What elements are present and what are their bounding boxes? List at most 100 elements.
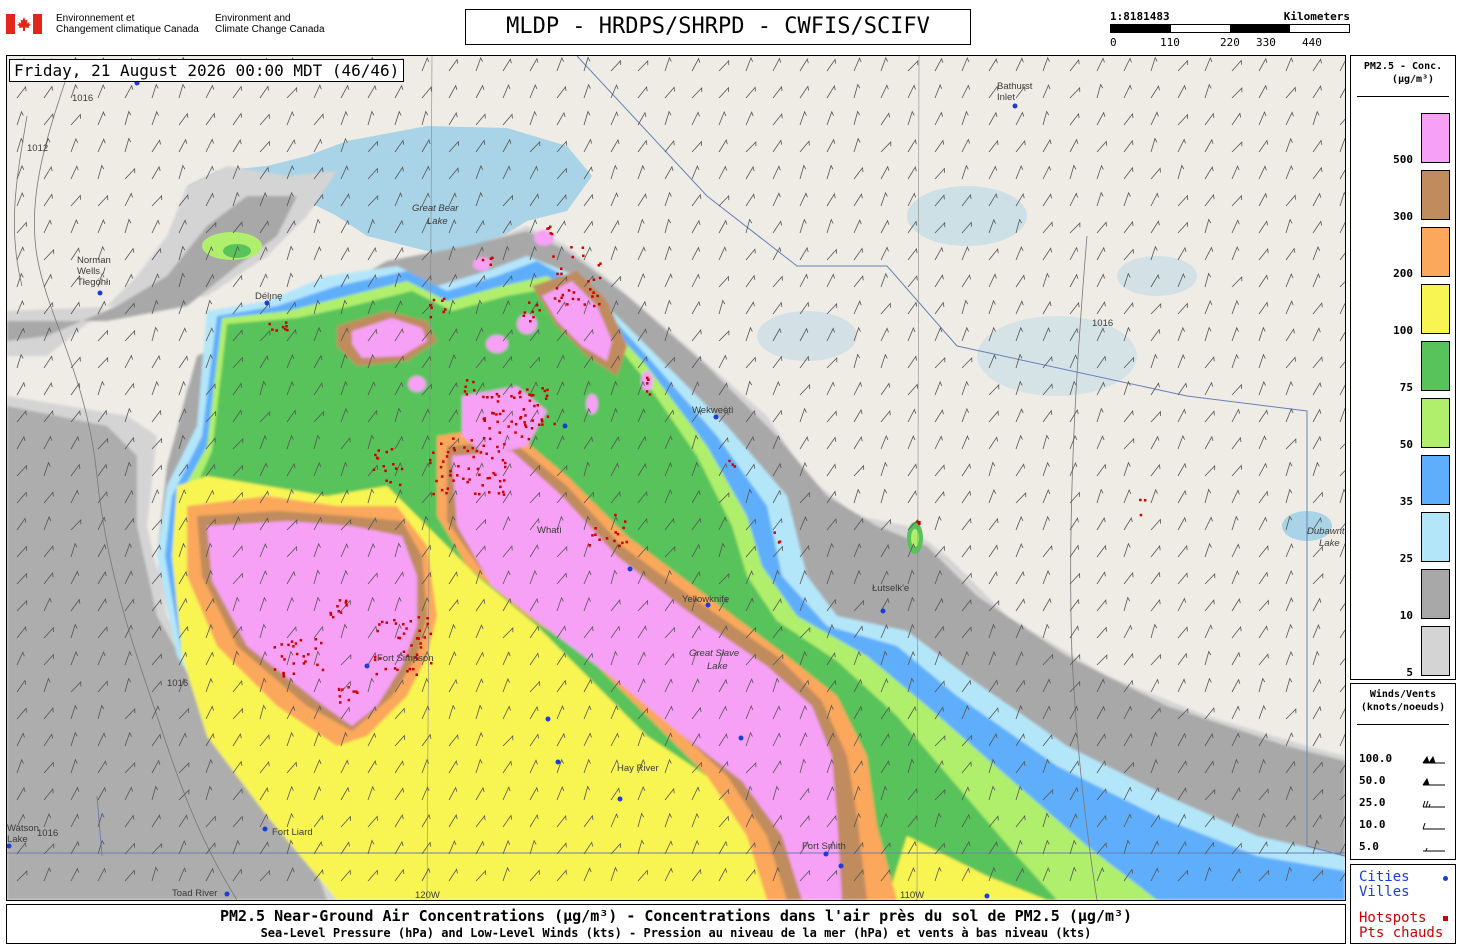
- wind-barb: [1069, 273, 1079, 288]
- wind-barb: [1231, 165, 1240, 180]
- hotspot-marker: [282, 675, 286, 678]
- wind-barb: [1231, 598, 1241, 612]
- hotspot-marker: [389, 480, 392, 484]
- wind-barb: [1150, 488, 1158, 504]
- hotspot-marker: [777, 541, 781, 544]
- city-marker[interactable]: [555, 759, 561, 765]
- hotspot-marker: [529, 319, 532, 323]
- hotspot-marker: [531, 310, 534, 314]
- wind-barb: [664, 56, 672, 72]
- city-marker[interactable]: [224, 891, 230, 897]
- wind-barb: [718, 165, 728, 180]
- city-label: Whatì: [537, 525, 562, 536]
- wind-barb: [772, 275, 783, 288]
- wind-barb: [826, 410, 837, 423]
- hotspot-marker: [614, 513, 617, 517]
- wind-barb: [1177, 138, 1186, 153]
- wind-barb: [1339, 381, 1345, 396]
- hotspots-legend-label: Hotspots Pts chauds: [1359, 911, 1443, 941]
- wind-barb: [934, 515, 942, 531]
- wind-barb: [1285, 438, 1297, 450]
- wind-barb: [1258, 192, 1268, 207]
- city-marker[interactable]: [562, 423, 568, 429]
- wind-barb: [1258, 571, 1269, 585]
- hotspot-marker: [582, 254, 585, 257]
- wind-barb: [1096, 301, 1106, 315]
- hotspot-marker: [449, 474, 452, 477]
- hotspot-marker: [481, 258, 485, 262]
- wind-barb: [1150, 544, 1161, 558]
- wind-barb: [1096, 626, 1107, 639]
- wind-barb: [988, 273, 997, 288]
- city-marker[interactable]: [738, 735, 744, 741]
- wind-barb: [826, 193, 836, 207]
- wind-barb: [718, 110, 727, 126]
- city-marker[interactable]: [545, 716, 551, 722]
- hotspot-marker: [405, 627, 408, 630]
- hotspot-marker: [452, 437, 455, 440]
- hotspot-marker: [544, 397, 548, 400]
- wind-barb: [1177, 221, 1189, 234]
- hotspot-marker: [503, 443, 506, 446]
- city-marker[interactable]: [262, 826, 268, 832]
- wind-barb: [826, 138, 836, 153]
- hotspot-marker: [338, 695, 342, 698]
- wind-barb: [1150, 328, 1161, 342]
- hotspot-marker: [592, 278, 596, 281]
- city-marker[interactable]: [97, 290, 103, 296]
- hotspot-marker: [399, 483, 402, 487]
- wind-barb: [718, 59, 730, 72]
- hotspot-marker: [440, 475, 444, 478]
- legend-level-label: 25: [1399, 552, 1413, 565]
- forecast-timestamp: Friday, 21 August 2026 00:00 MDT (46/46): [9, 59, 405, 82]
- wind-barb: [1258, 274, 1268, 288]
- wind-barb: [1123, 652, 1134, 666]
- wind-barb: [1231, 651, 1241, 666]
- city-marker[interactable]: [627, 566, 633, 572]
- city-marker[interactable]: [364, 663, 370, 669]
- wind-barb: [691, 246, 701, 261]
- hotspot-marker: [446, 487, 450, 490]
- wind-barb: [1042, 56, 1050, 72]
- hotspot-marker: [616, 532, 620, 536]
- city-marker[interactable]: [823, 851, 829, 857]
- wind-barb: [1177, 489, 1187, 504]
- hotspot-marker: [397, 636, 400, 640]
- wind-barb: [1312, 732, 1322, 747]
- wind-barb: [1123, 517, 1133, 531]
- wind-barb: [961, 517, 972, 531]
- wind-barb: [907, 247, 918, 261]
- city-marker[interactable]: [617, 796, 623, 802]
- hotspot-marker: [426, 617, 429, 620]
- wind-barb: [1069, 301, 1080, 315]
- hotspot-marker: [492, 471, 495, 475]
- city-marker[interactable]: [984, 893, 990, 899]
- wind-barb: [961, 407, 970, 423]
- wind-barb: [1204, 677, 1212, 693]
- city-marker[interactable]: [838, 863, 844, 869]
- wind-barb: [16, 381, 26, 396]
- hotspot-marker: [577, 298, 580, 301]
- hotspot-marker: [488, 491, 491, 494]
- lake-label-line: Great Slave: [689, 648, 739, 659]
- wind-barb: [1204, 272, 1212, 288]
- wind-barb: [151, 83, 159, 99]
- wind-barb: [772, 409, 783, 423]
- wind-barb: [988, 544, 999, 558]
- city-marker[interactable]: [1012, 103, 1018, 109]
- wind-barb-icon: [1423, 847, 1445, 852]
- wind-barb: [961, 164, 969, 180]
- city-marker[interactable]: [880, 608, 886, 614]
- hotspot-marker: [598, 538, 601, 541]
- hotspot-marker: [583, 303, 586, 306]
- wind-barb: [43, 273, 53, 288]
- hotspot-marker: [307, 653, 310, 656]
- wind-barb: [1285, 623, 1293, 639]
- hotspot-marker: [567, 289, 571, 292]
- wind-barb: [826, 164, 834, 180]
- smoke-forecast-map[interactable]: 1016 1012 1016 1016 1016 120W 110W Great…: [6, 55, 1346, 901]
- wind-barb: [1204, 381, 1214, 396]
- wind-barb: [43, 165, 53, 180]
- agency-en-line2: Climate Change Canada: [215, 24, 325, 35]
- wind-barb: [1123, 571, 1134, 585]
